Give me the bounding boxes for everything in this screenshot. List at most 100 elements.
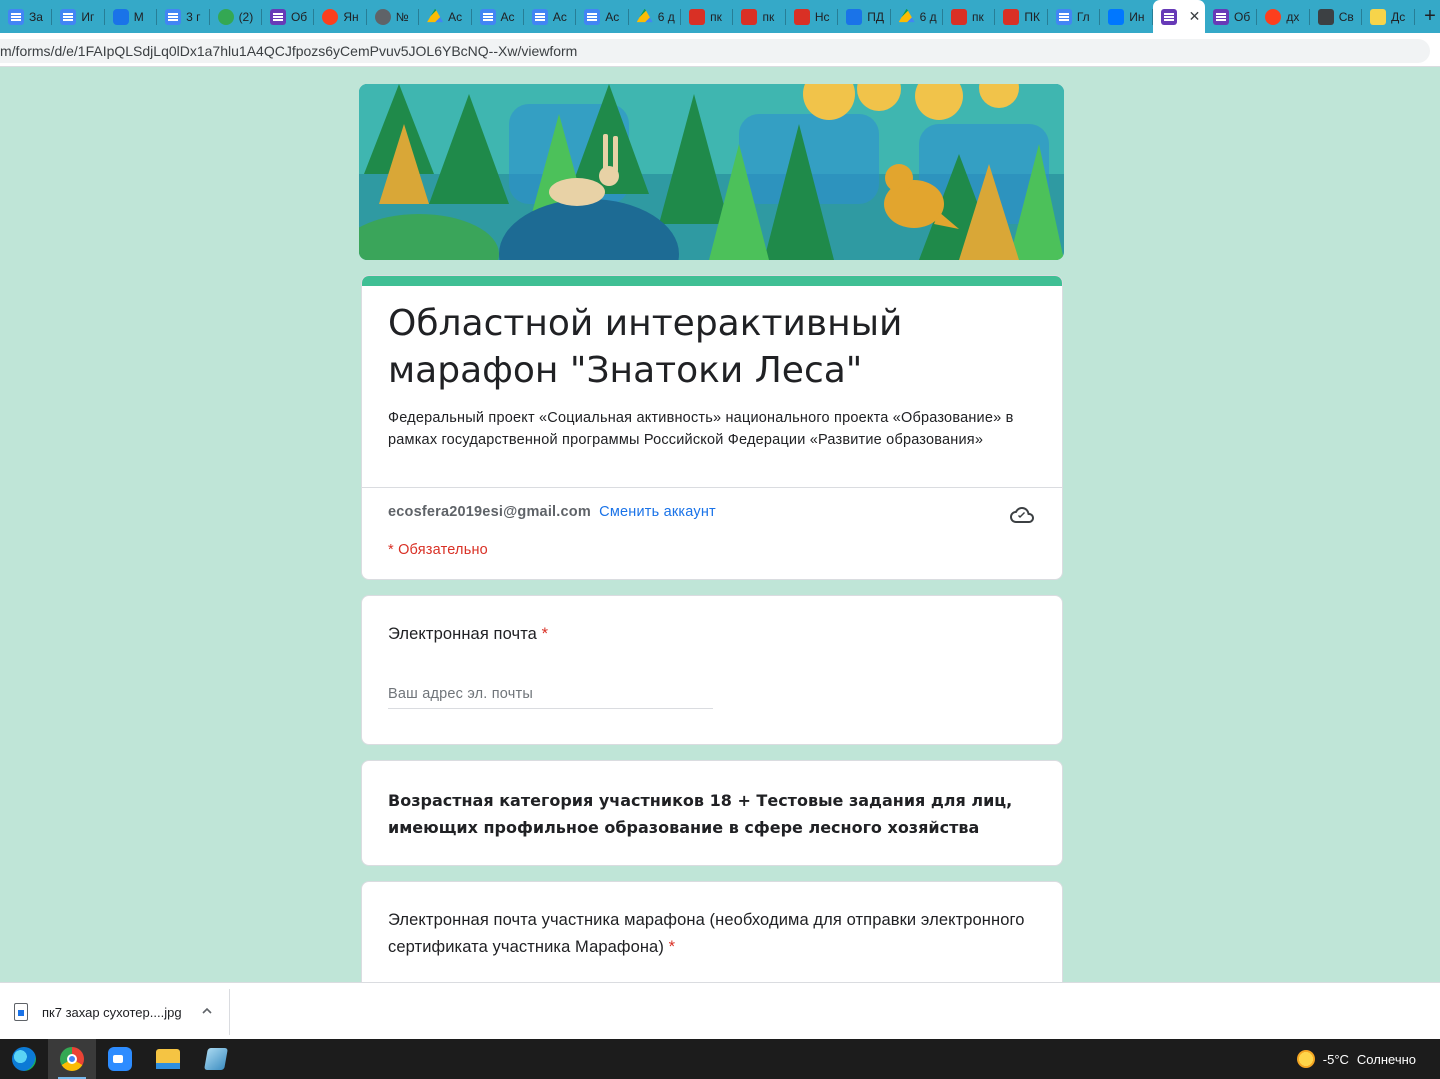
yandex-icon: [1265, 8, 1282, 25]
browser-tab[interactable]: пк: [681, 0, 734, 33]
browser-tab[interactable]: Об: [1205, 0, 1258, 33]
doc-icon: [8, 8, 24, 25]
download-item[interactable]: пк7 захар сухотер....jpg: [0, 989, 230, 1035]
tab-label: Ас: [605, 9, 620, 24]
doc-icon: [584, 8, 601, 25]
browser-tab[interactable]: Ас: [472, 0, 524, 33]
edge-icon[interactable]: [0, 1039, 48, 1079]
browser-tab[interactable]: дх: [1257, 0, 1310, 33]
switch-account-link[interactable]: Сменить аккаунт: [599, 504, 716, 520]
browser-tab[interactable]: М: [105, 0, 158, 33]
download-file-name[interactable]: пк7 захар сухотер....jpg: [42, 1005, 182, 1020]
participant-email-question-label: Электронная почта участника марафона (не…: [388, 907, 1028, 961]
image-file-icon: [14, 1003, 28, 1021]
url-field[interactable]: m/forms/d/e/1FAIpQLSdjLq0lDx1a7hlu1A4QCJ…: [0, 39, 1430, 63]
browser-tab[interactable]: Об: [262, 0, 315, 33]
tab-label: пк: [762, 9, 775, 24]
tab-label: 6 д: [657, 9, 675, 24]
weather-condition[interactable]: Солнечно: [1357, 1052, 1416, 1067]
zoom-icon[interactable]: [96, 1039, 144, 1079]
tab-label: За: [29, 9, 43, 24]
browser-tab[interactable]: Ас: [576, 0, 629, 33]
participant-email-question-card: Электронная почта участника марафона (не…: [361, 881, 1063, 982]
account-line: ecosfera2019esi@gmail.com Сменить аккаун…: [388, 504, 716, 520]
tab-label: Св: [1338, 9, 1354, 24]
section-description: Возрастная категория участников 18 + Тес…: [388, 791, 1013, 837]
doc-icon: [1055, 8, 1072, 25]
browser-tab[interactable]: Иг: [52, 0, 105, 33]
drive-icon: [898, 8, 915, 23]
browser-tab[interactable]: 3 г: [157, 0, 210, 33]
tab-label: ПД: [867, 9, 885, 24]
browser-tab[interactable]: Ас: [419, 0, 472, 33]
new-tab-button[interactable]: +: [1420, 0, 1440, 33]
chrome-icon[interactable]: [48, 1039, 96, 1079]
file-explorer-icon[interactable]: [144, 1039, 192, 1079]
browser-tab[interactable]: Св: [1310, 0, 1363, 33]
required-star: *: [541, 625, 549, 643]
browser-tab[interactable]: Нс: [786, 0, 839, 33]
browser-tab[interactable]: ПД: [838, 0, 891, 33]
tab-label: 6 д: [919, 9, 937, 24]
email-question-text: Электронная почта: [388, 625, 537, 643]
tab-label: Ас: [448, 9, 463, 24]
doc-icon: [479, 8, 496, 25]
tab-label: Гл: [1076, 9, 1090, 24]
participant-email-question-text: Электронная почта участника марафона (не…: [388, 911, 1025, 956]
browser-tab[interactable]: Ас: [524, 0, 577, 33]
forms-icon: [1160, 8, 1177, 25]
browser-tab[interactable]: пк: [733, 0, 786, 33]
red-icon: [1003, 8, 1020, 25]
doc-icon: [60, 8, 77, 25]
windows-taskbar: -5°C Солнечно: [0, 1039, 1440, 1079]
doc-icon: [531, 8, 548, 25]
tab-label: Об: [290, 9, 308, 24]
tab-label: (2): [238, 9, 254, 24]
tab-strip: За Иг М 3 г (2) Об Ян № Ас Ас Ас Ас 6 д пк пк Нс ПД 6 д пк…: [0, 0, 1440, 33]
blue-grid-icon: [846, 8, 863, 25]
accent-stripe: [362, 276, 1062, 286]
browser-tab[interactable]: пк: [943, 0, 996, 33]
browser-tab[interactable]: Ин: [1100, 0, 1153, 33]
drive-icon: [427, 8, 444, 23]
divider: [362, 487, 1062, 488]
tab-label: Нс: [814, 9, 830, 24]
whatsapp-icon: [217, 8, 234, 25]
browser-tab[interactable]: 6 д: [891, 0, 944, 33]
browser-tab[interactable]: За: [0, 0, 53, 33]
address-bar: m/forms/d/e/1FAIpQLSdjLq0lDx1a7hlu1A4QCJ…: [0, 33, 1440, 67]
yandex-icon: [322, 8, 339, 25]
dark-icon: [1317, 8, 1334, 25]
vk-icon: [1108, 8, 1125, 25]
weather-temperature[interactable]: -5°C: [1323, 1052, 1349, 1067]
red-icon: [689, 8, 706, 25]
browser-tab[interactable]: Дс: [1362, 0, 1415, 33]
browser-tab[interactable]: Ян: [314, 0, 367, 33]
browser-tab[interactable]: №: [367, 0, 420, 33]
cloud-save-icon[interactable]: [1010, 503, 1034, 527]
forms-icon: [269, 8, 286, 25]
form-title: Областной интерактивный марафон "Знатоки…: [388, 303, 903, 391]
tab-label: ПК: [1024, 9, 1041, 24]
email-input[interactable]: [388, 681, 713, 707]
browser-tab[interactable]: (2): [210, 0, 262, 33]
sun-icon[interactable]: [1296, 1050, 1315, 1068]
chat-icon: [112, 8, 129, 25]
browser-tab[interactable]: ПК: [995, 0, 1048, 33]
tab-label: Ян: [343, 9, 359, 24]
yellow-icon: [1370, 8, 1387, 25]
tab-label: 3 г: [186, 9, 201, 24]
tab-active[interactable]: ✕: [1152, 0, 1205, 33]
browser-tab[interactable]: 6 д: [629, 0, 682, 33]
form-header-card: Областной интерактивный марафон "Знатоки…: [361, 275, 1063, 580]
browser-tab[interactable]: Гл: [1048, 0, 1101, 33]
tab-label: Иг: [81, 9, 95, 24]
forest-banner-image: [359, 84, 1064, 260]
chevron-up-icon[interactable]: [200, 1004, 214, 1021]
system-tray: -5°C Солнечно: [1296, 1039, 1416, 1079]
red-icon: [793, 8, 810, 25]
notes-app-icon[interactable]: [192, 1039, 240, 1079]
red-icon: [951, 8, 968, 25]
close-tab-icon[interactable]: ✕: [1189, 8, 1201, 25]
account-email: ecosfera2019esi@gmail.com: [388, 504, 591, 520]
